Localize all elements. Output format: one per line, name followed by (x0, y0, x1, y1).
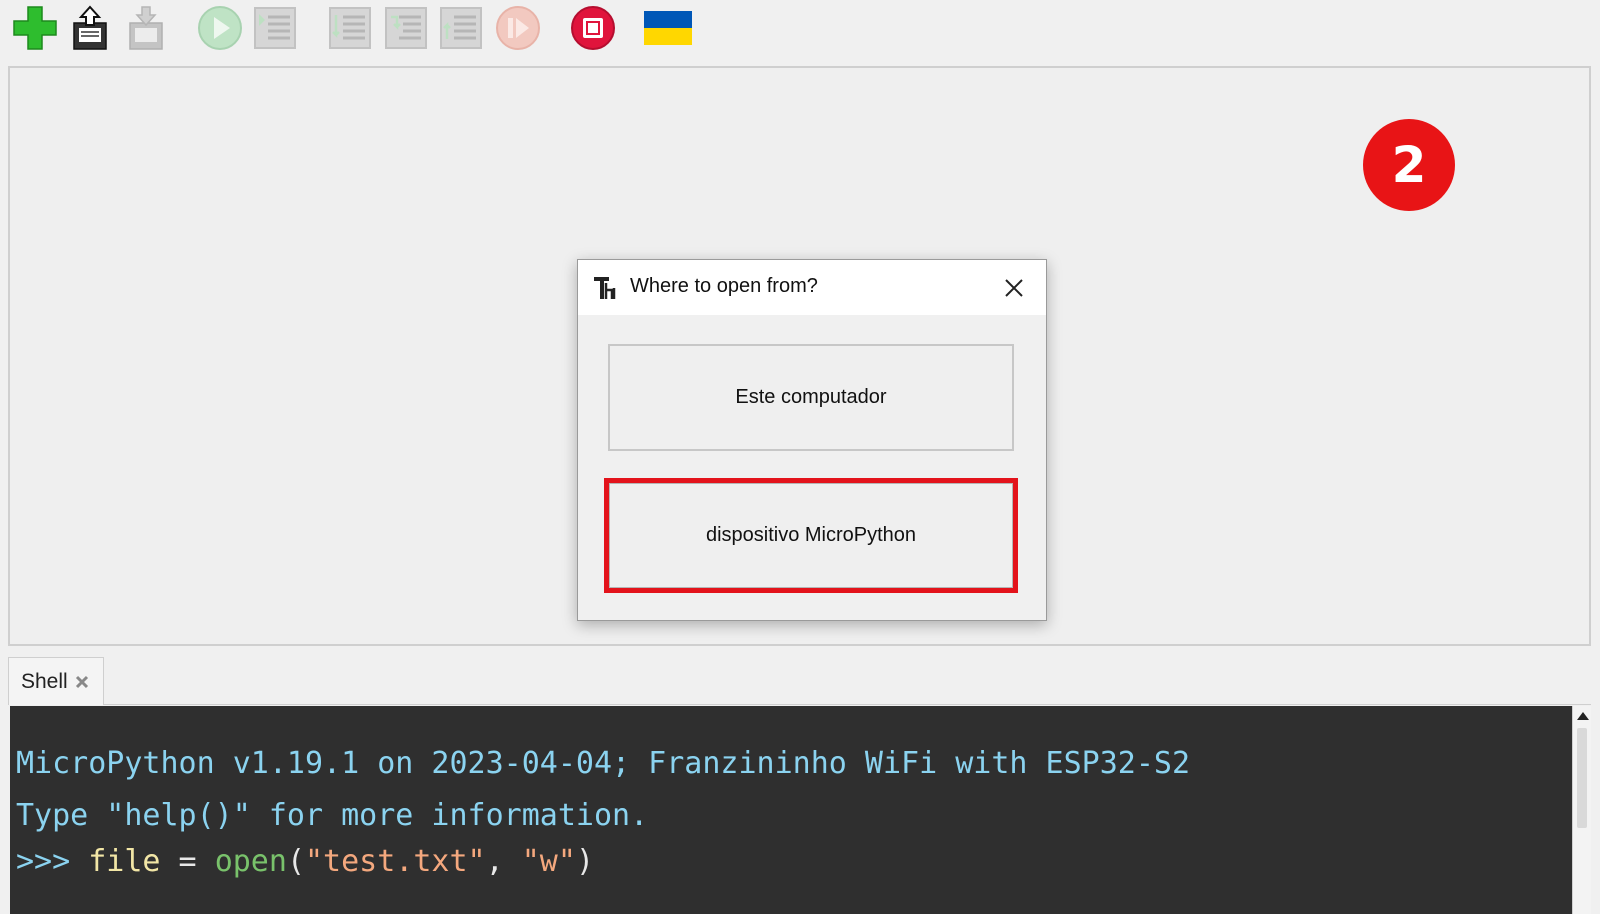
run-button[interactable] (196, 4, 244, 52)
close-icon (1005, 279, 1023, 297)
step-out-button[interactable] (437, 4, 485, 52)
step-over-icon (329, 7, 371, 49)
dialog-title: Where to open from? (630, 275, 818, 297)
this-computer-label: Este computador (735, 386, 887, 408)
code-variable: file (88, 844, 161, 879)
step-over-button[interactable] (326, 4, 374, 52)
shell-scrollbar[interactable] (1572, 706, 1591, 914)
shell-banner-line: MicroPython v1.19.1 on 2023-04-04; Franz… (16, 746, 1190, 781)
scrollbar-thumb[interactable] (1577, 728, 1587, 828)
shell-prompt: >>> (16, 844, 89, 879)
code-function: open (214, 844, 287, 879)
plus-icon (13, 6, 57, 50)
close-tab-icon[interactable] (74, 674, 90, 690)
code-paren-open: ( (286, 844, 305, 879)
toolbar (0, 0, 1600, 60)
ukraine-flag-icon (644, 11, 692, 45)
step-into-icon (385, 7, 427, 49)
tab-shell[interactable]: Shell (8, 657, 104, 705)
step-into-button[interactable] (382, 4, 430, 52)
thonny-logo-icon (594, 277, 616, 299)
dialog-titlebar: Where to open from? (578, 260, 1046, 315)
shell-tab-label: Shell (21, 669, 68, 693)
step-out-icon (440, 7, 482, 49)
shell-help-line: Type "help()" for more information. (16, 798, 649, 833)
step-number-badge: 2 (1363, 119, 1455, 211)
save-file-button[interactable] (122, 4, 170, 52)
this-computer-button[interactable]: Este computador (608, 344, 1014, 451)
scroll-up-arrow-icon[interactable] (1577, 712, 1589, 720)
code-comma: , (485, 844, 522, 879)
open-file-button[interactable] (66, 4, 114, 52)
resume-button[interactable] (494, 4, 542, 52)
ukraine-flag-button[interactable] (644, 4, 692, 52)
code-operator: = (160, 844, 215, 879)
save-icon (129, 6, 163, 50)
debug-button[interactable] (251, 4, 299, 52)
new-file-button[interactable] (11, 4, 59, 52)
stop-button[interactable] (569, 4, 617, 52)
shell-command-line: >>> file = open("test.txt", "w") (16, 844, 594, 879)
open-file-icon (73, 5, 107, 50)
dialog-close-button[interactable] (998, 272, 1030, 304)
debug-icon (254, 7, 296, 49)
step-number: 2 (1391, 136, 1427, 194)
code-string-mode: "w" (521, 844, 576, 879)
code-paren-close: ) (575, 844, 594, 879)
shell-console[interactable]: MicroPython v1.19.1 on 2023-04-04; Franz… (10, 706, 1572, 914)
code-string-filename: "test.txt" (305, 844, 486, 879)
tab-divider (104, 704, 1591, 705)
micropython-device-button[interactable]: dispositivo MicroPython (608, 482, 1014, 589)
stop-icon (571, 6, 615, 50)
micropython-device-label: dispositivo MicroPython (705, 524, 917, 546)
open-location-dialog: Where to open from? Este computador disp… (577, 259, 1047, 621)
resume-icon (496, 6, 540, 50)
play-icon (198, 6, 242, 50)
